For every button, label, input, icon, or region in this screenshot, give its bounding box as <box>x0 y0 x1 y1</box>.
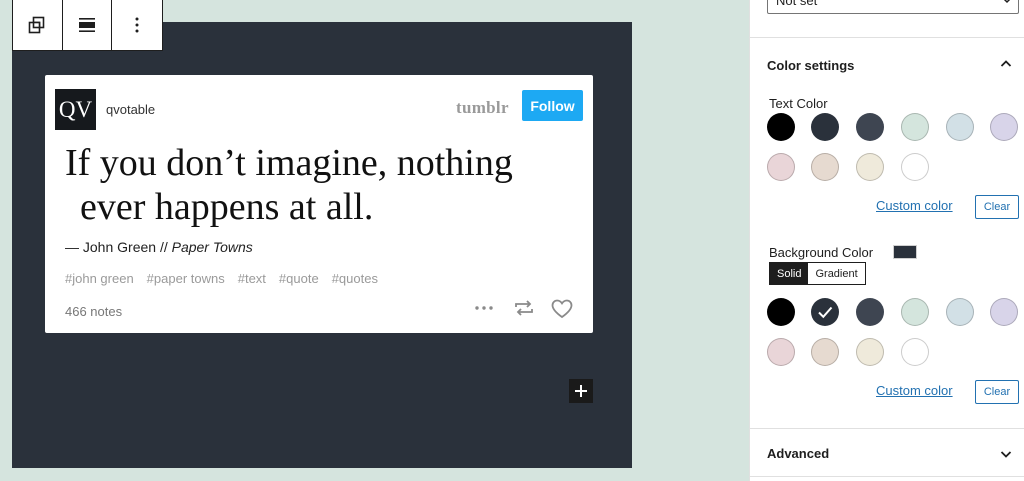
blog-avatar[interactable]: QV <box>55 89 96 130</box>
color-swatch[interactable] <box>990 298 1018 326</box>
color-swatch[interactable] <box>901 338 929 366</box>
tab-solid[interactable]: Solid <box>770 263 809 284</box>
heart-icon[interactable] <box>551 299 573 319</box>
quote-line: If you don’t imagine, nothing <box>65 142 513 184</box>
tumblr-post-embed[interactable]: QV qvotable tumblr Follow If you don’t i… <box>45 75 593 333</box>
divider <box>750 428 1024 429</box>
notes-count[interactable]: 466 notes <box>65 304 122 319</box>
clear-button[interactable]: Clear <box>975 380 1019 404</box>
background-type-tabs: Solid Gradient <box>769 262 866 285</box>
transform-button[interactable] <box>13 0 63 50</box>
color-swatch[interactable] <box>856 153 884 181</box>
color-swatch[interactable] <box>811 113 839 141</box>
color-swatch[interactable] <box>946 298 974 326</box>
settings-sidebar: Not set Color settings Text Color Custom… <box>749 0 1024 481</box>
text-color-label: Text Color <box>769 96 828 111</box>
quote-text: If you don’t imagine, nothing ever happe… <box>65 141 575 229</box>
blog-name[interactable]: qvotable <box>106 102 155 117</box>
source-author: — John Green // <box>65 239 172 255</box>
color-swatch[interactable] <box>901 113 929 141</box>
tag-link[interactable]: #quote <box>279 271 319 286</box>
color-swatch[interactable] <box>856 113 884 141</box>
color-swatch-selected[interactable] <box>811 298 839 326</box>
checkmark-icon <box>818 306 833 319</box>
color-swatch[interactable] <box>767 298 795 326</box>
tag-list: #john green #paper towns #text #quote #q… <box>65 271 391 286</box>
color-swatch[interactable] <box>811 338 839 366</box>
color-swatch[interactable] <box>767 113 795 141</box>
color-swatch[interactable] <box>767 153 795 181</box>
color-swatch[interactable] <box>946 113 974 141</box>
quote-source: — John Green // Paper Towns <box>65 239 253 255</box>
tag-link[interactable]: #john green <box>65 271 134 286</box>
color-swatch[interactable] <box>901 153 929 181</box>
color-swatch[interactable] <box>811 153 839 181</box>
select-value: Not set <box>776 0 818 8</box>
align-button[interactable] <box>63 0 113 50</box>
reblog-icon[interactable] <box>513 299 535 317</box>
chevron-up-icon[interactable] <box>1000 59 1012 69</box>
more-icon[interactable] <box>473 299 495 317</box>
chevron-down-icon[interactable] <box>1000 449 1012 459</box>
tag-link[interactable]: #text <box>238 271 266 286</box>
clear-button[interactable]: Clear <box>975 195 1019 219</box>
color-swatch[interactable] <box>767 338 795 366</box>
more-options-icon <box>135 17 139 33</box>
background-color-label: Background Color <box>769 245 874 260</box>
quote-line: ever happens at all. <box>80 186 374 228</box>
follow-button[interactable]: Follow <box>522 90 583 121</box>
color-swatch[interactable] <box>856 298 884 326</box>
align-icon <box>79 18 95 32</box>
tab-gradient[interactable]: Gradient <box>808 263 865 284</box>
block-toolbar <box>12 0 163 51</box>
custom-color-button[interactable]: Custom color <box>876 198 953 213</box>
divider <box>750 476 1024 477</box>
tag-link[interactable]: #paper towns <box>147 271 225 286</box>
transform-icon <box>29 16 45 34</box>
tag-link[interactable]: #quotes <box>332 271 378 286</box>
background-color-preview <box>893 245 917 259</box>
advanced-panel-title[interactable]: Advanced <box>767 446 829 461</box>
more-options-button[interactable] <box>112 0 162 50</box>
color-swatch[interactable] <box>901 298 929 326</box>
plus-icon <box>575 385 587 397</box>
color-swatch[interactable] <box>990 113 1018 141</box>
color-settings-title[interactable]: Color settings <box>767 58 854 73</box>
color-swatch[interactable] <box>856 338 884 366</box>
source-title: Paper Towns <box>171 239 253 255</box>
chevron-down-icon <box>1003 0 1011 4</box>
divider <box>750 37 1024 38</box>
add-block-button[interactable] <box>569 379 593 403</box>
tumblr-logo[interactable]: tumblr <box>456 98 509 118</box>
settings-select[interactable]: Not set <box>767 0 1019 14</box>
custom-color-button[interactable]: Custom color <box>876 383 953 398</box>
